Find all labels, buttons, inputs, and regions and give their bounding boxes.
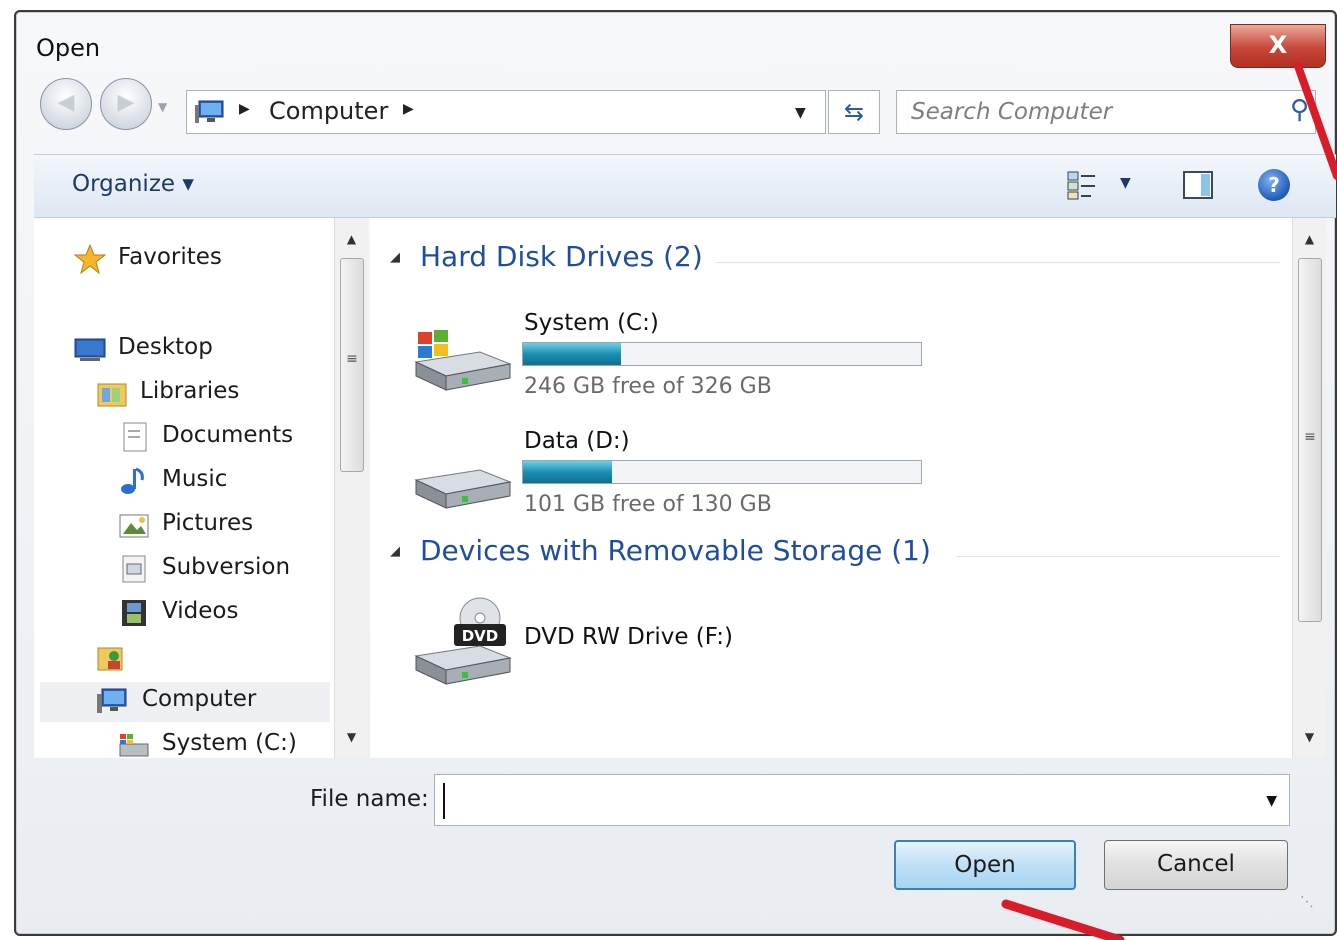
annotation-overlay bbox=[1001, 62, 1337, 940]
annotation-arrow-open bbox=[1001, 899, 1125, 940]
annotation-arrow-close bbox=[1294, 62, 1337, 180]
